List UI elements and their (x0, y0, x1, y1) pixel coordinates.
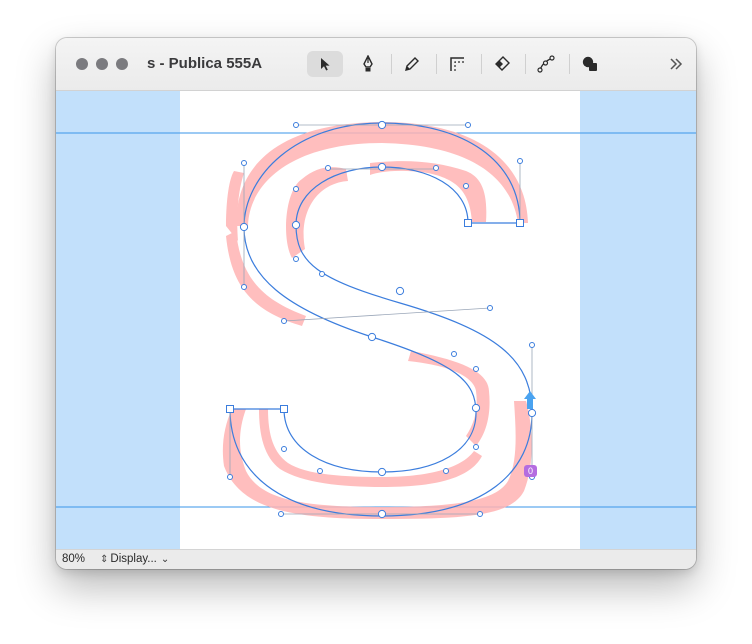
statusbar: 80% ⇕ Display... ⌄ (56, 549, 696, 569)
zoom-level[interactable]: 80% (62, 553, 85, 565)
minimize-window-button[interactable] (96, 58, 108, 70)
shapes-tool-button[interactable] (572, 51, 608, 77)
chevron-double-right-icon (670, 58, 683, 70)
chevron-down-icon: ⌄ (160, 554, 170, 565)
close-window-button[interactable] (76, 58, 88, 70)
pen-tool-button[interactable] (350, 51, 386, 77)
pencil-icon (405, 57, 419, 71)
window-title: s - Publica 555A (147, 55, 263, 72)
point-index-badge: 0 (524, 465, 537, 477)
pen-nib-icon (363, 55, 373, 72)
zoom-window-button[interactable] (116, 58, 128, 70)
shapes-icon (582, 56, 597, 71)
glyph-canvas[interactable]: 0 (56, 91, 696, 549)
select-tool-button[interactable] (307, 51, 343, 77)
display-menu-label: Display... (110, 553, 157, 565)
app-window: s - Publica 555A 0 80% ⇕ Display... ⌄ (56, 38, 696, 569)
eraser-tool-button[interactable] (484, 51, 520, 77)
toolbar-overflow-button[interactable] (666, 52, 686, 76)
pointer-icon (321, 58, 330, 71)
node-tool-button[interactable] (528, 51, 564, 77)
glyph-editor-view[interactable] (56, 91, 696, 549)
node-icon (537, 55, 555, 73)
corner-tool-button[interactable] (439, 51, 475, 77)
display-menu[interactable]: ⇕ Display... ⌄ (100, 553, 169, 565)
pencil-tool-button[interactable] (394, 51, 430, 77)
titlebar: s - Publica 555A (56, 38, 696, 91)
updown-icon: ⇕ (100, 554, 109, 565)
eraser-icon (495, 56, 510, 71)
corner-icon (450, 57, 464, 71)
